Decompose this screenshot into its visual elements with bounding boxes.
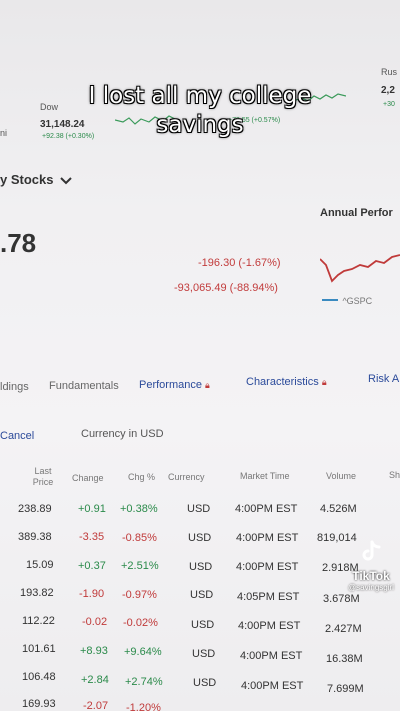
cell-change: -3.35 <box>79 531 105 543</box>
cell-price: 389.38 <box>18 531 52 543</box>
cell-chg-pct: -1.20% <box>126 702 161 711</box>
tab-performance[interactable]: Performance 🔒︎ <box>139 379 210 391</box>
cell-market-time: 4:00PM EST <box>240 650 303 662</box>
tiktok-brand: TikTok <box>352 569 390 583</box>
cell-volume: 16.38M <box>326 653 363 665</box>
cell-chg-pct: -0.02% <box>123 617 158 629</box>
currency-selector[interactable]: Currency in USD <box>81 428 164 440</box>
cell-price: 15.09 <box>26 559 54 571</box>
cell-change: -2.07 <box>83 700 109 711</box>
cell-price: 112.22 <box>22 615 55 627</box>
tab-risk[interactable]: Risk A <box>368 373 399 385</box>
cell-change: -1.90 <box>79 588 105 600</box>
header-shares[interactable]: Sh <box>389 470 400 481</box>
tab-fundamentals[interactable]: Fundamentals <box>49 380 119 392</box>
video-caption: I lost all my college savings <box>40 82 360 140</box>
header-currency[interactable]: Currency <box>168 472 205 483</box>
cell-market-time: 4:00PM EST <box>235 503 298 515</box>
cell-chg-pct: +2.51% <box>121 560 159 572</box>
cell-currency: USD <box>192 648 216 660</box>
tiktok-watermark: TikTok @savingsgirl <box>346 540 396 592</box>
caption-line-1: I lost all my college <box>88 83 312 109</box>
portfolio-title: y Stocks <box>0 172 54 187</box>
cell-change: +8.93 <box>80 645 108 657</box>
cell-change: -0.02 <box>82 616 108 628</box>
tab-characteristics[interactable]: Characteristics 🔒︎ <box>246 376 327 388</box>
tiktok-handle: @savingsgirl <box>348 583 394 592</box>
cell-change: +0.37 <box>78 560 106 572</box>
russell-change: +30 <box>383 101 395 108</box>
header-last-price[interactable]: Last Price <box>28 466 58 488</box>
cell-price: 193.82 <box>20 587 54 599</box>
tiktok-logo-icon <box>362 540 381 561</box>
cell-volume: 2.427M <box>325 623 362 635</box>
cell-currency: USD <box>193 677 217 689</box>
cell-market-time: 4:00PM EST <box>238 620 301 632</box>
cell-change: +2.84 <box>81 674 109 686</box>
cell-market-time: 4:00PM EST <box>236 561 299 573</box>
cell-currency: USD <box>191 619 215 631</box>
annual-legend: ^GSPC <box>322 291 372 309</box>
cell-currency: USD <box>188 532 212 544</box>
lock-icon: 🔒︎ <box>205 380 210 390</box>
cancel-button[interactable]: Cancel <box>0 430 34 442</box>
portfolio-value: .78 <box>0 228 37 258</box>
header-change[interactable]: Change <box>72 473 104 484</box>
chevron-down-icon <box>60 177 72 185</box>
caption-line-2: savings <box>156 112 244 138</box>
cell-volume: 4.526M <box>320 503 357 515</box>
legend-swatch <box>322 298 338 301</box>
cell-volume: 7.699M <box>327 683 364 695</box>
annual-performance-chart <box>320 254 400 283</box>
cell-change: +0.91 <box>78 503 106 515</box>
header-chg-pct[interactable]: Chg % <box>128 472 155 483</box>
tab-characteristics-label: Characteristics <box>246 376 319 388</box>
russell-value: 2,2 <box>381 85 395 96</box>
cell-chg-pct: +0.38% <box>120 503 158 515</box>
cell-price: 169.93 <box>22 698 56 710</box>
cell-price: 101.61 <box>22 643 56 655</box>
cell-market-time: 4:00PM EST <box>236 532 299 544</box>
portfolio-selector[interactable]: y Stocks <box>0 172 72 187</box>
annual-performance-title: Annual Perfor <box>320 207 393 219</box>
cell-chg-pct: +9.64% <box>124 646 162 658</box>
cell-currency: USD <box>189 561 213 573</box>
tab-holdings[interactable]: ldings <box>0 381 29 393</box>
ticker-left-fragment: ni <box>0 128 8 138</box>
cell-volume: 3.678M <box>323 593 360 605</box>
cell-currency: USD <box>190 589 214 601</box>
header-volume[interactable]: Volume <box>326 471 356 482</box>
cell-price: 238.89 <box>18 503 52 515</box>
day-change: -196.30 (-1.67%) <box>198 257 281 269</box>
header-market-time[interactable]: Market Time <box>240 471 290 482</box>
tab-performance-label: Performance <box>139 379 202 391</box>
russell-label[interactable]: Rus <box>381 67 397 77</box>
lock-icon: 🔒︎ <box>321 377 327 387</box>
cell-currency: USD <box>187 503 211 515</box>
cell-market-time: 4:05PM EST <box>237 591 300 603</box>
total-change: -93,065.49 (-88.94%) <box>174 282 278 294</box>
cell-price: 106.48 <box>22 671 56 683</box>
cell-market-time: 4:00PM EST <box>241 680 304 692</box>
legend-label: ^GSPC <box>342 296 373 306</box>
cell-chg-pct: -0.97% <box>122 589 157 601</box>
cell-chg-pct: +2.74% <box>125 676 163 688</box>
cell-chg-pct: -0.85% <box>122 532 157 544</box>
